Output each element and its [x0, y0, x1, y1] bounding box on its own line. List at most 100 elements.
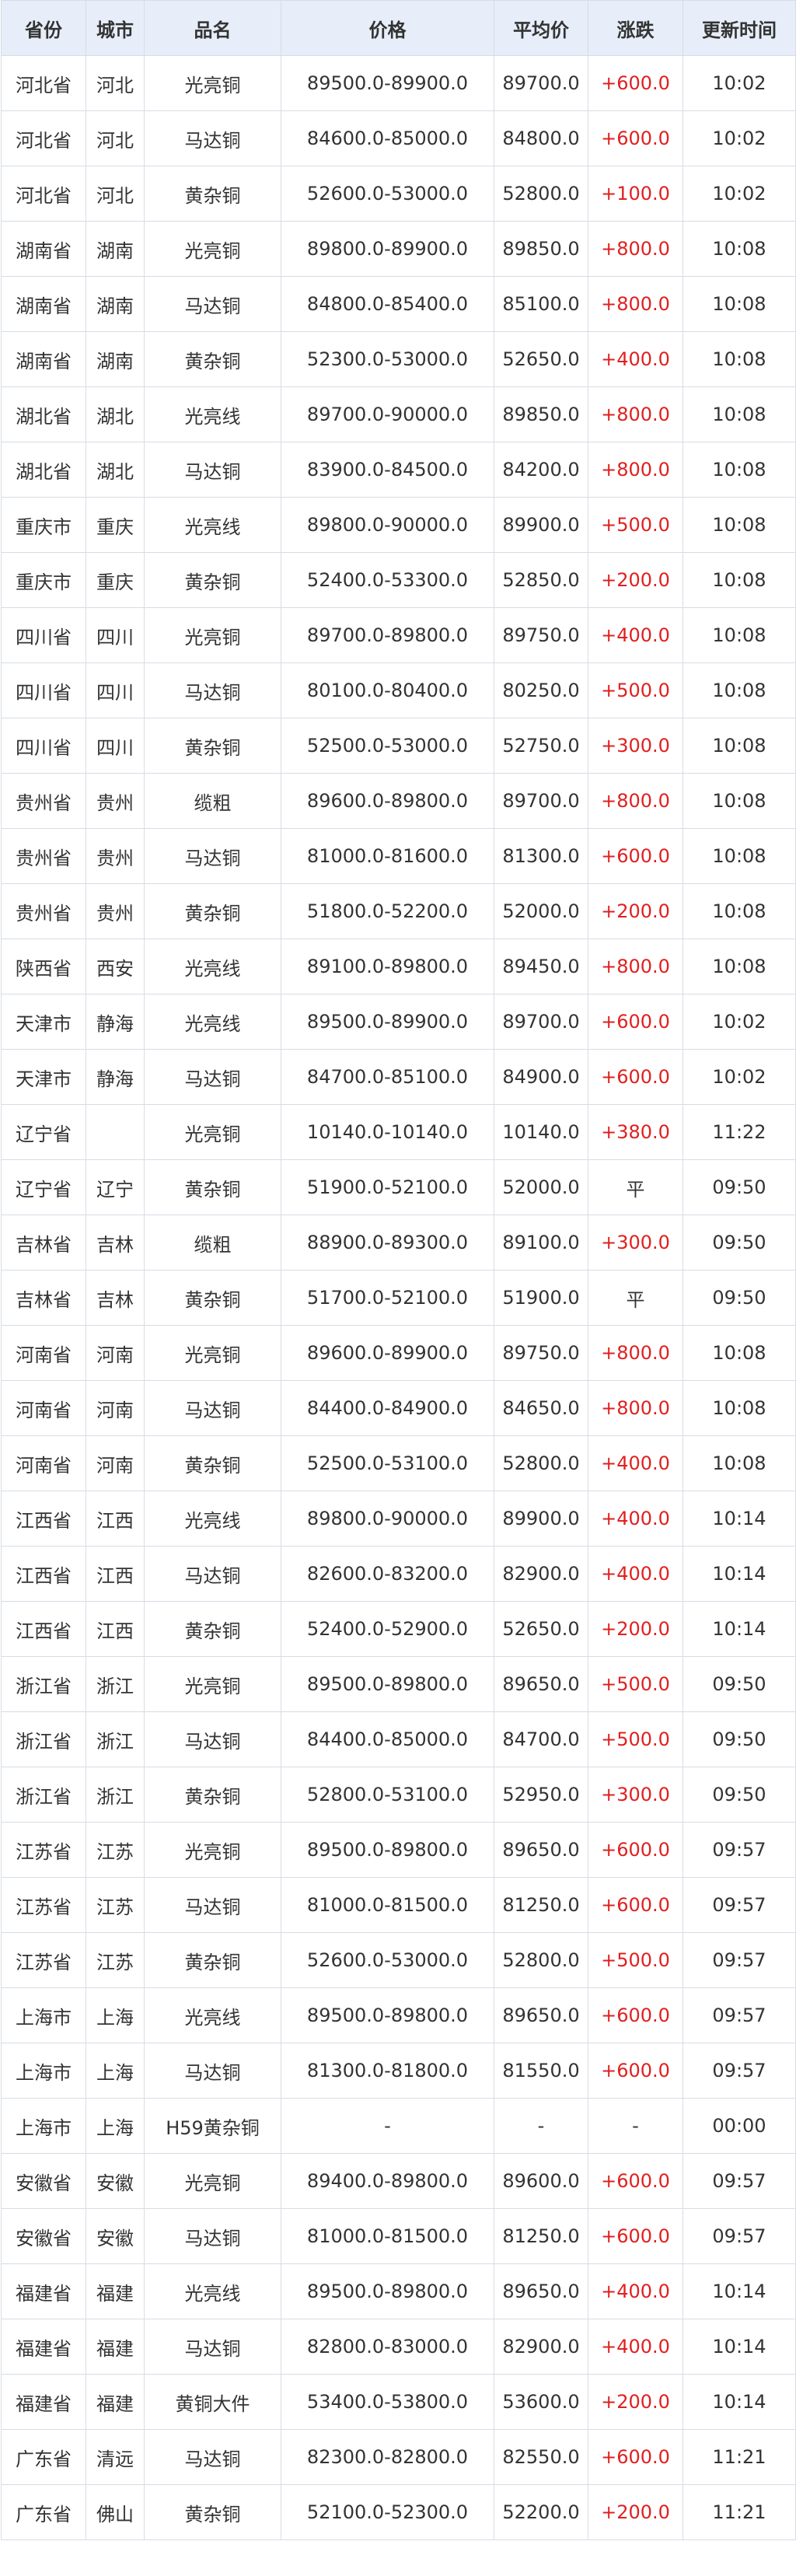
avg-price-cell: 52200.0 [494, 2484, 588, 2540]
price-range-cell: 51700.0-52100.0 [281, 1270, 494, 1326]
city-cell: 吉林 [86, 1270, 145, 1326]
update-time-cell: 09:50 [683, 1656, 796, 1712]
change-cell: +400.0 [588, 607, 683, 663]
product-cell: 光亮线 [144, 1491, 281, 1547]
col-header-change: 涨跌 [588, 0, 683, 56]
price-range-cell: 51800.0-52200.0 [281, 883, 494, 939]
change-cell: +300.0 [588, 718, 683, 774]
province-cell: 安徽省 [1, 2153, 86, 2209]
city-cell: 河南 [86, 1435, 145, 1491]
change-cell: +800.0 [588, 1325, 683, 1381]
province-cell: 浙江省 [1, 1767, 86, 1823]
price-range-cell: 52300.0-53000.0 [281, 331, 494, 387]
change-cell: +500.0 [588, 1711, 683, 1767]
product-cell: 黄铜大件 [144, 2374, 281, 2430]
province-cell: 福建省 [1, 2319, 86, 2375]
update-time-cell: 10:08 [683, 828, 796, 884]
province-cell: 江西省 [1, 1601, 86, 1657]
city-cell: 江苏 [86, 1877, 145, 1933]
product-cell: 马达铜 [144, 662, 281, 718]
province-cell: 江西省 [1, 1546, 86, 1602]
update-time-cell: 09:50 [683, 1159, 796, 1215]
table-row: 湖南省 湖南 马达铜 84800.0-85400.0 85100.0 +800.0 10:0… [1, 276, 796, 332]
city-cell: 重庆 [86, 497, 145, 553]
update-time-cell: 00:00 [683, 2098, 796, 2154]
product-cell: 光亮铜 [144, 1104, 281, 1160]
update-time-cell: 09:57 [683, 1877, 796, 1933]
price-range-cell: 89500.0-89900.0 [281, 55, 494, 111]
change-cell: +200.0 [588, 883, 683, 939]
avg-price-cell: 89100.0 [494, 1215, 588, 1271]
change-cell: +800.0 [588, 938, 683, 994]
province-cell: 吉林省 [1, 1270, 86, 1326]
product-cell: H59黄杂铜 [144, 2098, 281, 2154]
avg-price-cell: 82900.0 [494, 1546, 588, 1602]
avg-price-cell: 82900.0 [494, 2319, 588, 2375]
table-row: 河北省 河北 光亮铜 89500.0-89900.0 89700.0 +600.0 10:0… [1, 55, 796, 111]
avg-price-cell: 89850.0 [494, 386, 588, 442]
price-range-cell: 52800.0-53100.0 [281, 1767, 494, 1823]
avg-price-cell: 84700.0 [494, 1711, 588, 1767]
change-cell: +600.0 [588, 828, 683, 884]
city-cell: 江苏 [86, 1822, 145, 1878]
province-cell: 上海市 [1, 2098, 86, 2154]
change-cell: +800.0 [588, 1380, 683, 1436]
change-cell: +200.0 [588, 2484, 683, 2540]
product-cell: 光亮铜 [144, 55, 281, 111]
table-row: 湖北省 湖北 马达铜 83900.0-84500.0 84200.0 +800.0 10:0… [1, 442, 796, 498]
avg-price-cell: 52950.0 [494, 1767, 588, 1823]
table-row: 江西省 江西 黄杂铜 52400.0-52900.0 52650.0 +200.0 10:1… [1, 1601, 796, 1657]
city-cell: 湖北 [86, 442, 145, 498]
change-cell: +600.0 [588, 1877, 683, 1933]
table-row: 福建省 福建 黄铜大件 53400.0-53800.0 53600.0 +200.0 10:… [1, 2374, 796, 2430]
update-time-cell: 10:08 [683, 938, 796, 994]
change-cell: +300.0 [588, 1215, 683, 1271]
avg-price-cell: 52650.0 [494, 1601, 588, 1657]
province-cell: 辽宁省 [1, 1159, 86, 1215]
price-range-cell: 81300.0-81800.0 [281, 2043, 494, 2099]
change-cell: 平 [588, 1159, 683, 1215]
update-time-cell: 10:14 [683, 2263, 796, 2319]
table-row: 天津市 静海 光亮线 89500.0-89900.0 89700.0 +600.0 10:0… [1, 994, 796, 1050]
change-cell: 平 [588, 1270, 683, 1326]
province-cell: 广东省 [1, 2429, 86, 2485]
product-cell: 黄杂铜 [144, 1767, 281, 1823]
update-time-cell: 10:08 [683, 276, 796, 332]
avg-price-cell: 81300.0 [494, 828, 588, 884]
table-row: 贵州省 贵州 黄杂铜 51800.0-52200.0 52000.0 +200.0 10:0… [1, 883, 796, 939]
province-cell: 天津市 [1, 1049, 86, 1105]
province-cell: 上海市 [1, 1987, 86, 2043]
product-cell: 光亮线 [144, 386, 281, 442]
table-row: 重庆市 重庆 光亮线 89800.0-90000.0 89900.0 +500.0 10:0… [1, 497, 796, 553]
change-cell: +600.0 [588, 1049, 683, 1105]
avg-price-cell: 52850.0 [494, 552, 588, 608]
change-cell: +800.0 [588, 773, 683, 829]
change-cell: +200.0 [588, 552, 683, 608]
avg-price-cell: 53600.0 [494, 2374, 588, 2430]
avg-price-cell: 89850.0 [494, 221, 588, 277]
update-time-cell: 09:57 [683, 1987, 796, 2043]
product-cell: 黄杂铜 [144, 1601, 281, 1657]
product-cell: 马达铜 [144, 110, 281, 166]
avg-price-cell: 84650.0 [494, 1380, 588, 1436]
change-cell: +600.0 [588, 1987, 683, 2043]
update-time-cell: 10:14 [683, 1546, 796, 1602]
price-range-cell: 84700.0-85100.0 [281, 1049, 494, 1105]
update-time-cell: 09:57 [683, 2208, 796, 2264]
province-cell: 福建省 [1, 2263, 86, 2319]
city-cell: 四川 [86, 607, 145, 663]
price-range-cell: 52600.0-53000.0 [281, 166, 494, 222]
province-cell: 辽宁省 [1, 1104, 86, 1160]
update-time-cell: 09:57 [683, 1822, 796, 1878]
table-row: 吉林省 吉林 黄杂铜 51700.0-52100.0 51900.0 平 09:50 [1, 1270, 796, 1326]
change-cell: +500.0 [588, 662, 683, 718]
city-cell: 河南 [86, 1380, 145, 1436]
avg-price-cell: 81550.0 [494, 2043, 588, 2099]
province-cell: 江苏省 [1, 1877, 86, 1933]
change-cell: +600.0 [588, 2153, 683, 2209]
table-row: 江苏省 江苏 光亮铜 89500.0-89800.0 89650.0 +600.0 09:5… [1, 1822, 796, 1878]
province-cell: 河北省 [1, 166, 86, 222]
city-cell: 浙江 [86, 1656, 145, 1712]
table-row: 河南省 河南 马达铜 84400.0-84900.0 84650.0 +800.0 10:0… [1, 1380, 796, 1436]
province-cell: 重庆市 [1, 497, 86, 553]
